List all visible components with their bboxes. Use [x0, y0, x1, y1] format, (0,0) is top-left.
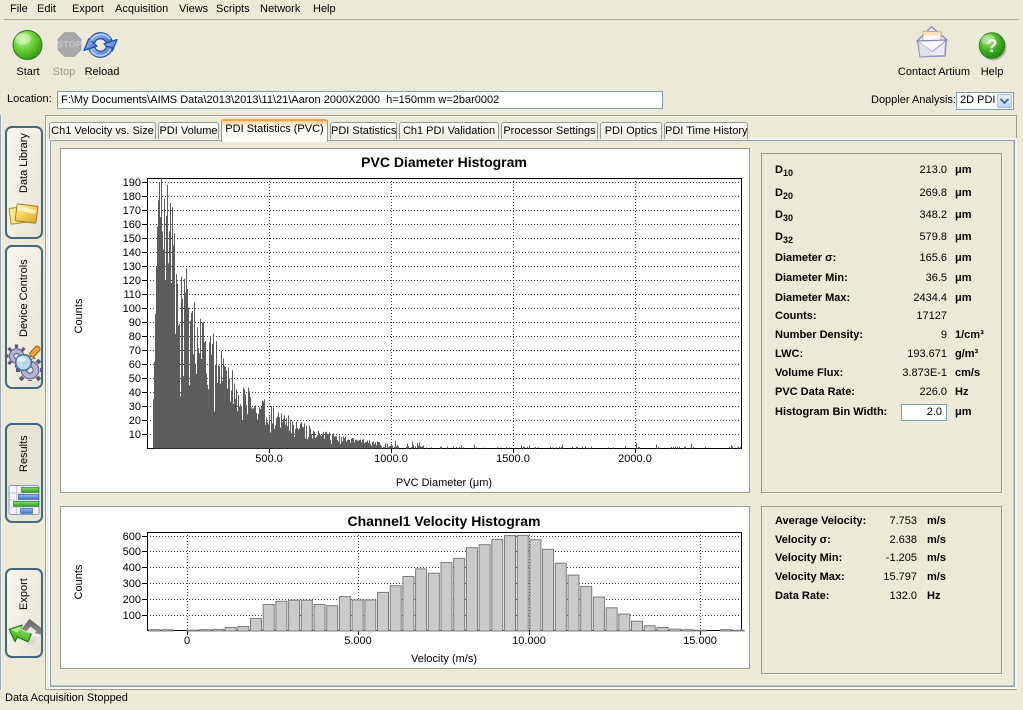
svg-text:500: 500 — [123, 546, 141, 558]
svg-text:110: 110 — [123, 289, 141, 301]
svg-text:2000.0: 2000.0 — [618, 453, 652, 465]
svg-text:120: 120 — [123, 275, 141, 287]
svg-text:200: 200 — [123, 594, 141, 606]
svg-text:50: 50 — [129, 373, 141, 385]
svg-text:80: 80 — [129, 331, 141, 343]
svg-text:300: 300 — [123, 578, 141, 590]
svg-text:600: 600 — [123, 531, 141, 543]
svg-text:10: 10 — [129, 429, 141, 441]
svg-text:400: 400 — [123, 562, 141, 574]
svg-text:90: 90 — [129, 317, 141, 329]
svg-text:0: 0 — [184, 635, 190, 647]
svg-text:Counts: Counts — [73, 298, 85, 333]
svg-text:190: 190 — [123, 177, 141, 189]
svg-text:500.0: 500.0 — [255, 453, 283, 465]
svg-text:10.000: 10.000 — [512, 635, 546, 647]
svg-text:160: 160 — [123, 219, 141, 231]
svg-text:STOP: STOP — [57, 40, 82, 50]
svg-text:20: 20 — [129, 415, 141, 427]
svg-text:40: 40 — [129, 387, 141, 399]
svg-text:PVC Diameter Histogram: PVC Diameter Histogram — [361, 154, 527, 170]
svg-text:5.000: 5.000 — [344, 635, 372, 647]
svg-text:Channel1 Velocity Histogram: Channel1 Velocity Histogram — [348, 513, 541, 529]
svg-text:100: 100 — [123, 303, 141, 315]
svg-text:1000.0: 1000.0 — [374, 453, 408, 465]
svg-text:?: ? — [987, 36, 998, 56]
svg-text:30: 30 — [129, 401, 141, 413]
svg-text:15.000: 15.000 — [683, 635, 717, 647]
svg-text:150: 150 — [123, 233, 141, 245]
svg-text:170: 170 — [123, 205, 141, 217]
svg-text:100: 100 — [123, 610, 141, 622]
svg-text:Velocity (m/s): Velocity (m/s) — [411, 653, 477, 665]
svg-text:70: 70 — [129, 345, 141, 357]
svg-text:140: 140 — [123, 247, 141, 259]
svg-text:130: 130 — [123, 261, 141, 273]
svg-text:1500.0: 1500.0 — [496, 453, 530, 465]
svg-text:180: 180 — [123, 191, 141, 203]
svg-text:60: 60 — [129, 359, 141, 371]
svg-text:PVC Diameter (μm): PVC Diameter (μm) — [396, 477, 492, 489]
svg-text:Counts: Counts — [73, 564, 85, 599]
